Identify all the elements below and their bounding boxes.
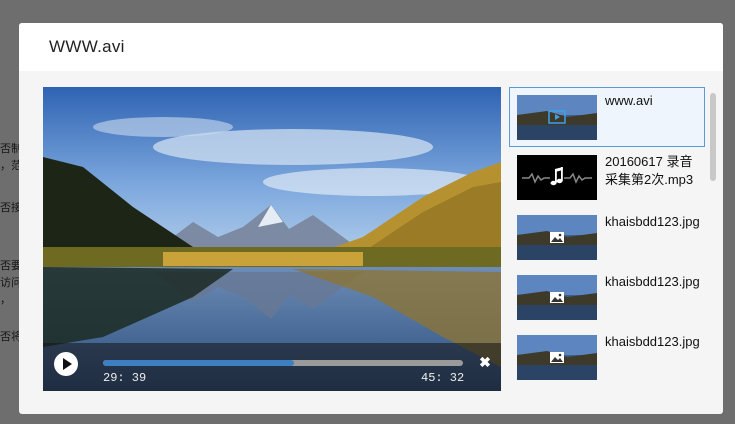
image-icon [550, 292, 564, 303]
media-preview-modal: WWW.avi 29: 39 45: 32 ✖ www.avi 20160617… [19, 23, 723, 414]
play-button[interactable] [54, 352, 78, 376]
image-icon [550, 352, 564, 363]
audio-thumbnail [517, 155, 597, 200]
playlist-item-label: 20160617 录音采集第2次.mp3 [605, 154, 694, 187]
playlist-item[interactable]: khaisbdd123.jpg [509, 207, 705, 267]
progress-fill [103, 360, 294, 366]
image-thumbnail [517, 335, 597, 380]
total-time: 45: 32 [421, 371, 465, 385]
playlist-item[interactable]: 20160617 录音采集第2次.mp3 [509, 147, 705, 207]
media-playlist: www.avi 20160617 录音采集第2次.mp3 khaisbdd123… [509, 87, 709, 397]
image-thumbnail [517, 215, 597, 260]
video-player[interactable]: 29: 39 45: 32 ✖ [43, 87, 501, 391]
close-icon[interactable]: ✖ [478, 355, 492, 369]
image-thumbnail [517, 275, 597, 320]
playlist-item-label: www.avi [605, 93, 653, 108]
playlist-scrollbar[interactable] [709, 87, 717, 397]
image-icon [550, 232, 564, 243]
progress-bar[interactable] [103, 360, 463, 366]
playlist-item-label: khaisbdd123.jpg [605, 274, 700, 289]
video-thumbnail [517, 95, 597, 140]
video-controls: 29: 39 45: 32 ✖ [43, 343, 501, 391]
playlist-item[interactable]: khaisbdd123.jpg [509, 327, 705, 387]
playlist-item-label: khaisbdd123.jpg [605, 334, 700, 349]
playlist-item[interactable]: khaisbdd123.jpg [509, 267, 705, 327]
scrollbar-thumb[interactable] [710, 93, 716, 181]
modal-header: WWW.avi [19, 23, 723, 71]
current-time: 29: 39 [103, 371, 147, 385]
playlist-item[interactable]: www.avi [509, 87, 705, 147]
modal-title: WWW.avi [49, 37, 125, 56]
playlist-item-label: khaisbdd123.jpg [605, 214, 700, 229]
